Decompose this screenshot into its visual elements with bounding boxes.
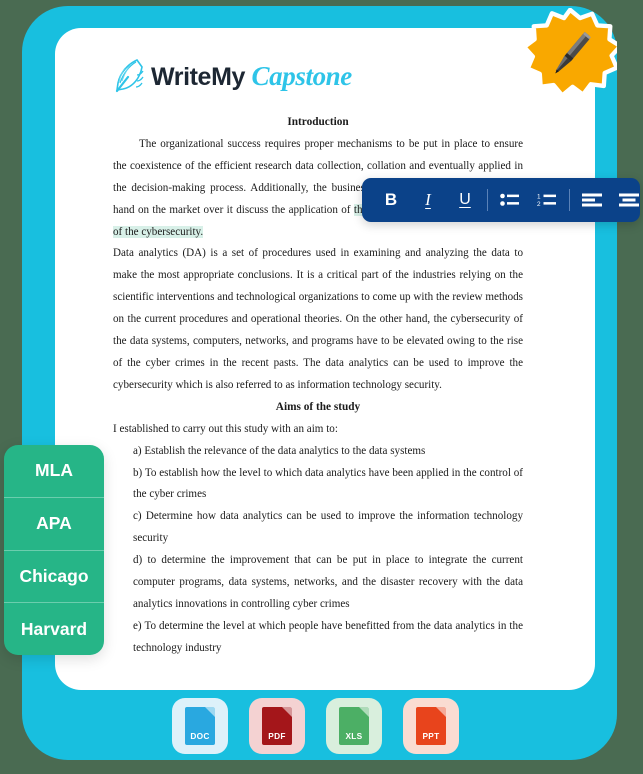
- logo-word-capstone: Capstone: [251, 60, 353, 91]
- numbered-list-button[interactable]: 1 2: [532, 185, 562, 215]
- file-format-xls[interactable]: XLS: [326, 698, 382, 754]
- file-format-pdf[interactable]: PDF: [249, 698, 305, 754]
- doc-file-icon: DOC: [185, 707, 215, 745]
- italic-button[interactable]: I: [413, 185, 443, 215]
- toolbar-divider: [569, 189, 570, 211]
- screenshot-root: WriteMy Capstone Introduction The organi…: [0, 0, 643, 774]
- file-format-doc[interactable]: DOC: [172, 698, 228, 754]
- file-format-ppt[interactable]: PPT: [403, 698, 459, 754]
- citation-style-harvard[interactable]: Harvard: [4, 602, 104, 655]
- citation-style-apa[interactable]: APA: [4, 496, 104, 550]
- aim-item-c: c) Determine how data analytics can be u…: [133, 510, 523, 545]
- aim-item-b: b) To establish how the level to which d…: [133, 466, 523, 501]
- starburst-badge: [525, 8, 617, 100]
- numbered-list-icon: 1 2: [537, 192, 557, 208]
- ppt-file-icon: PPT: [416, 707, 446, 745]
- heading-aims-of-the-study: Aims of the study: [275, 400, 361, 413]
- file-format-label-doc: DOC: [190, 731, 210, 741]
- aim-item-a: a) Establish the relevance of the data a…: [133, 444, 426, 457]
- toolbar-divider: [487, 189, 488, 211]
- file-format-label-pdf: PDF: [268, 731, 286, 741]
- logo-word-my: My: [211, 62, 245, 91]
- page-fold-corner: [205, 707, 215, 717]
- brand-logo[interactable]: WriteMy Capstone: [112, 57, 352, 95]
- formatting-toolbar: B I U 1 2: [362, 178, 640, 222]
- quill-pen-icon: [112, 57, 146, 95]
- file-format-label-xls: XLS: [345, 731, 363, 741]
- align-center-button[interactable]: [614, 185, 643, 215]
- citation-style-panel: MLA APA Chicago Harvard: [4, 445, 104, 655]
- citation-style-chicago[interactable]: Chicago: [4, 549, 104, 603]
- xls-file-icon: XLS: [339, 707, 369, 745]
- svg-text:1: 1: [537, 193, 541, 200]
- paragraph-data-analytics: Data analytics (DA) is a set of procedur…: [113, 247, 523, 391]
- bold-button[interactable]: B: [376, 185, 406, 215]
- page-fold-corner: [436, 707, 446, 717]
- pdf-file-icon: PDF: [262, 707, 292, 745]
- bulleted-list-button[interactable]: [495, 185, 525, 215]
- logo-word-write: Write: [151, 62, 212, 91]
- aim-item-d: d) to determine the improvement that can…: [133, 554, 523, 610]
- svg-text:2: 2: [537, 201, 541, 208]
- file-format-list: DOC PDF XLS PPT: [172, 698, 459, 754]
- page-fold-corner: [359, 707, 369, 717]
- page-fold-corner: [282, 707, 292, 717]
- align-center-icon: [619, 192, 639, 208]
- paragraph-aims-intro: I established to carry out this study wi…: [113, 422, 338, 435]
- file-format-label-ppt: PPT: [422, 731, 440, 741]
- citation-style-mla[interactable]: MLA: [4, 445, 104, 497]
- bulleted-list-icon: [500, 192, 520, 208]
- align-left-button[interactable]: [577, 185, 607, 215]
- aim-item-e: e) To determine the level at which peopl…: [133, 619, 523, 654]
- heading-introduction: Introduction: [287, 116, 349, 128]
- underline-button[interactable]: U: [450, 185, 480, 215]
- align-left-icon: [582, 192, 602, 208]
